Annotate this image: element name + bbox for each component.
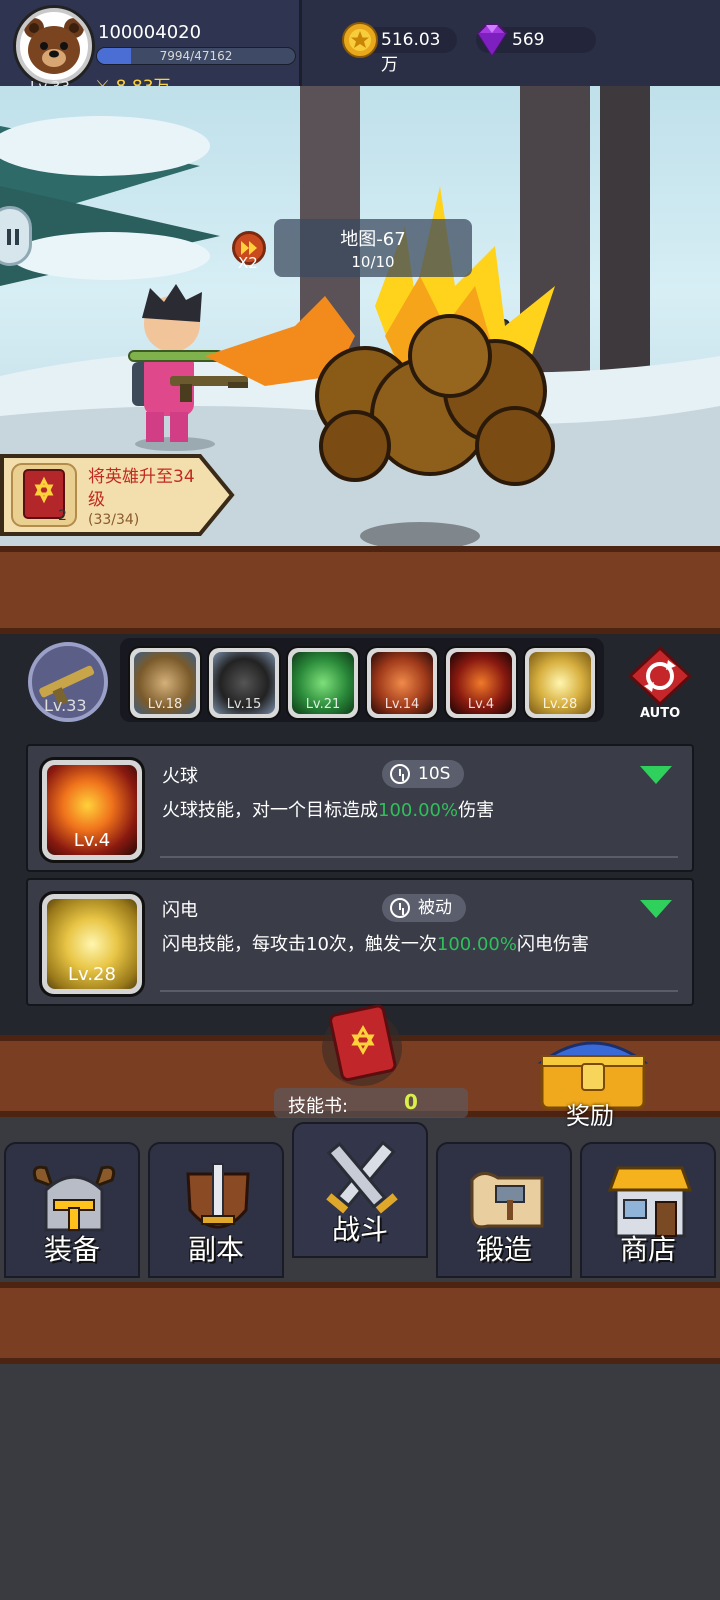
turret-icon: Lv.18	[134, 652, 196, 714]
skill-desc-value: 100.00%	[436, 934, 517, 955]
quest-progress: (33/34)	[88, 512, 140, 528]
skill-description: 闪电技能，每攻击10次，触发一次100.00%闪电伤害	[162, 930, 589, 956]
bomb-icon: Lv.15	[213, 652, 275, 714]
skill-desc-suffix: 伤害	[458, 800, 495, 821]
pause-bar-left	[7, 229, 11, 245]
skill-name: 闪电	[162, 900, 198, 921]
wood-divider-bottom	[0, 1282, 720, 1364]
skill-slot[interactable]: Lv.15	[209, 648, 279, 718]
divider	[160, 856, 678, 858]
lightning-icon: Lv.28	[47, 899, 137, 989]
nav-label: 装备	[43, 1233, 100, 1266]
skill-desc-text: 闪电技能，每攻击10次，触发一次	[162, 934, 437, 955]
wood-divider-top	[0, 546, 720, 634]
red-book-icon	[322, 1004, 402, 1086]
skill-slot[interactable]: Lv.4	[446, 648, 516, 718]
skill-slot[interactable]: Lv.28	[525, 648, 595, 718]
auto-label: AUTO	[640, 706, 681, 721]
cooldown-value: 被动	[418, 898, 452, 918]
pause-button[interactable]	[0, 206, 32, 266]
skill-book-icon[interactable]	[320, 1000, 404, 1088]
skill-book-count: 0	[404, 1090, 418, 1114]
skill-slot[interactable]: Lv.21	[288, 648, 358, 718]
nav-label: 战斗	[331, 1213, 388, 1246]
skill-slot-level: Lv.18	[147, 697, 183, 712]
skill-card-fireball[interactable]: Lv.4 火球 10S 火球技能，对一个目标造成100.00%伤害	[26, 744, 694, 872]
skill-slot-level: Lv.28	[542, 697, 578, 712]
nav-battle[interactable]: 战斗	[292, 1122, 428, 1258]
monster-icon: Lv.14	[371, 652, 433, 714]
speed-multiplier: X2	[238, 254, 258, 272]
avatar[interactable]	[16, 8, 92, 84]
expand-arrow-icon[interactable]	[640, 766, 672, 784]
skill-name: 火球	[162, 766, 198, 787]
divider	[160, 990, 678, 992]
nav-label: 商店	[619, 1233, 676, 1266]
player-id: 100004020	[98, 22, 202, 43]
game-screen: { "player": { "id": "100004020", "level"…	[0, 0, 720, 1600]
skill-slot-level: Lv.4	[467, 697, 495, 712]
nav-label: 副本	[187, 1233, 244, 1266]
nav-dungeon[interactable]: 副本	[148, 1142, 284, 1278]
fireball-icon: Lv.4	[450, 652, 512, 714]
skill-slot[interactable]: Lv.14	[367, 648, 437, 718]
auto-button[interactable]	[627, 645, 693, 707]
auto-refresh-icon	[627, 645, 693, 707]
cooldown-value: 10S	[418, 764, 451, 784]
skill-description: 火球技能，对一个目标造成100.00%伤害	[162, 796, 494, 822]
clock-icon	[390, 898, 410, 918]
map-name: 地图-67	[340, 229, 406, 250]
top-bar: Lv.33 100004020 7994/47162 ⚔ 8.83万 516.0…	[0, 0, 720, 104]
clock-icon	[390, 764, 410, 784]
exp-text: 7994/47162	[159, 49, 233, 63]
nav-shop[interactable]: 商店	[580, 1142, 716, 1278]
weapon-level: Lv.33	[44, 696, 87, 715]
nav-equipment[interactable]: 装备	[4, 1142, 140, 1278]
fireball-skill-icon: Lv.4	[42, 760, 142, 860]
nav-label: 锻造	[475, 1233, 532, 1266]
skill-level: Lv.28	[68, 964, 116, 985]
gem-amount: 569	[512, 30, 545, 50]
gold-amount: 516.03万	[381, 30, 441, 75]
expand-arrow-icon[interactable]	[640, 900, 672, 918]
gem-counter[interactable]: 569	[476, 24, 596, 57]
quest-item-count: 2	[58, 508, 67, 524]
gold-counter[interactable]: 516.03万	[342, 22, 457, 75]
skill-level: Lv.4	[73, 830, 111, 851]
wave-progress: 10/10	[351, 253, 395, 271]
quest-text: 将英雄升至34级	[88, 467, 195, 510]
cooldown-badge: 被动	[382, 894, 466, 922]
skill-desc-text: 火球技能，对一个目标造成	[162, 800, 378, 821]
skill-book-label: 技能书:	[288, 1096, 349, 1117]
exp-bar: 7994/47162	[96, 47, 296, 65]
poison-icon: Lv.21	[292, 652, 354, 714]
fireball-icon: Lv.4	[47, 765, 137, 855]
skill-slot-level: Lv.15	[226, 697, 262, 712]
skill-slot-level: Lv.14	[384, 697, 420, 712]
cooldown-badge: 10S	[382, 760, 465, 788]
skill-desc-value: 100.00%	[378, 800, 459, 821]
pause-bar-right	[15, 229, 19, 245]
bear-avatar-icon	[24, 18, 84, 74]
bottom-area	[0, 1364, 720, 1600]
map-info: 地图-67 10/10	[274, 219, 472, 277]
lightning-skill-icon: Lv.28	[42, 894, 142, 994]
lightning-icon: Lv.28	[529, 652, 591, 714]
reward-label: 奖励	[566, 1102, 614, 1130]
nav-forge[interactable]: 锻造	[436, 1142, 572, 1278]
purple-gem-icon	[476, 24, 508, 57]
gold-coin-icon	[342, 22, 378, 58]
skill-card-lightning[interactable]: Lv.28 闪电 被动 闪电技能，每攻击10次，触发一次100.00%闪电伤害	[26, 878, 694, 1006]
skill-slot-level: Lv.21	[305, 697, 341, 712]
skill-slot[interactable]: Lv.18	[130, 648, 200, 718]
skill-desc-suffix: 闪电伤害	[517, 934, 589, 955]
